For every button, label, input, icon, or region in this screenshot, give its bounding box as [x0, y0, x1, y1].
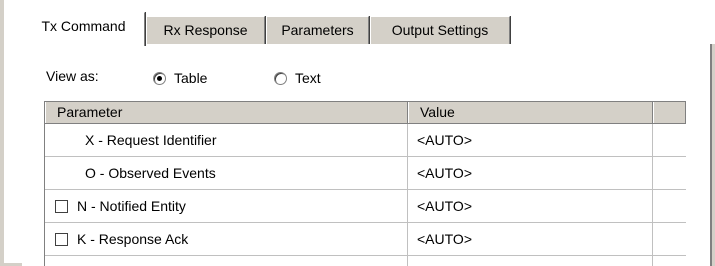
column-header-extra[interactable]: [653, 102, 686, 123]
radio-text[interactable]: Text: [274, 69, 321, 87]
value-cell[interactable]: <AUTO>: [417, 223, 472, 255]
column-header-value[interactable]: Value: [408, 102, 653, 123]
tab-rx-response[interactable]: Rx Response: [146, 16, 265, 44]
view-as-label: View as:: [46, 68, 99, 84]
grid-header: Parameter Value: [45, 102, 686, 124]
parameter-cell: O - Observed Events: [85, 165, 216, 181]
radio-text-label: Text: [295, 70, 321, 86]
parameter-cell: K - Response Ack: [77, 231, 189, 247]
window-frame-left: [0, 0, 4, 266]
table-row[interactable]: O - Observed Events <AUTO>: [45, 157, 686, 190]
tab-label: Tx Command: [41, 18, 126, 34]
radio-table-label: Table: [174, 70, 208, 86]
enable-checkbox[interactable]: [55, 200, 68, 213]
radio-unselected-icon[interactable]: [274, 71, 287, 85]
tab-label: Rx Response: [163, 22, 248, 38]
tab-label: Parameters: [281, 22, 354, 38]
table-row[interactable]: N - Notified Entity <AUTO>: [45, 190, 686, 223]
parameter-cell: N - Notified Entity: [77, 198, 186, 214]
tab-strip: Tx Command Rx Response Parameters Output…: [22, 12, 712, 46]
value-cell[interactable]: <AUTO>: [417, 124, 472, 156]
value-cell[interactable]: <AUTO>: [417, 190, 472, 222]
tab-tx-command[interactable]: Tx Command: [22, 12, 145, 46]
radio-selected-icon[interactable]: [153, 71, 166, 85]
parameter-grid[interactable]: Parameter Value X - Request Identifier <…: [44, 101, 686, 266]
column-header-parameter[interactable]: Parameter: [45, 102, 408, 123]
tab-label: Output Settings: [391, 22, 489, 38]
value-cell[interactable]: <AUTO>: [417, 157, 472, 189]
table-row[interactable]: X - Request Identifier <AUTO>: [45, 124, 686, 157]
parameter-cell: X - Request Identifier: [85, 132, 217, 148]
tab-parameters[interactable]: Parameters: [266, 16, 369, 44]
radio-table[interactable]: Table: [153, 69, 207, 87]
table-row[interactable]: K - Response Ack <AUTO>: [45, 223, 686, 256]
tab-output-settings[interactable]: Output Settings: [370, 16, 510, 44]
enable-checkbox[interactable]: [55, 233, 68, 246]
